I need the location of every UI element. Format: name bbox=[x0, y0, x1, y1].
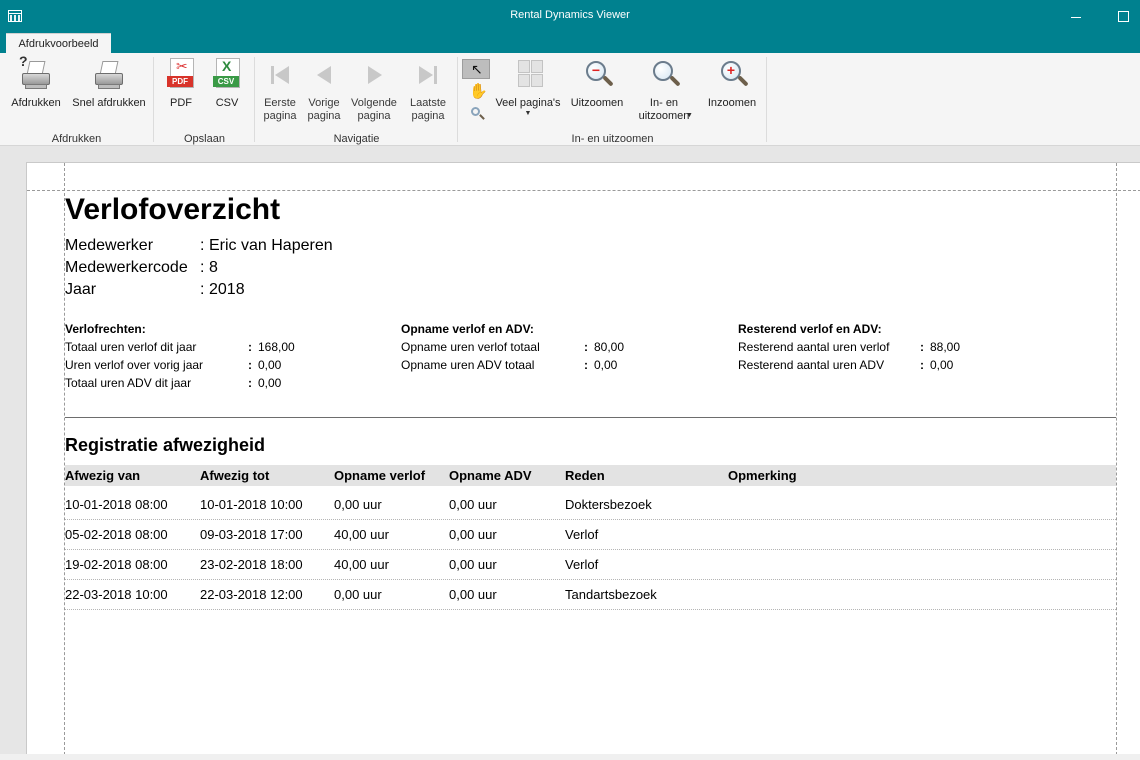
margin-line-top bbox=[27, 190, 1140, 191]
section-resterend: Resterend verlof en ADV: Resterend aanta… bbox=[738, 322, 961, 372]
column-header: Reden bbox=[565, 468, 605, 483]
pdf-label: PDF bbox=[170, 97, 192, 109]
window-title: Rental Dynamics Viewer bbox=[510, 9, 630, 21]
minimize-button[interactable] bbox=[1068, 9, 1086, 23]
table-row: 19-02-2018 08:00 23-02-2018 18:00 40,00 u… bbox=[65, 550, 1116, 580]
first-page-icon bbox=[262, 57, 298, 93]
group-navigatie: Eerste pagina Vorige pagina Volgende pag… bbox=[256, 57, 458, 145]
separator-line bbox=[65, 417, 1116, 418]
column-header: Afwezig tot bbox=[200, 468, 270, 483]
pdf-file-icon: ✂ PDF bbox=[163, 57, 199, 93]
zoom-in-out-icon bbox=[646, 57, 682, 93]
cursor-arrow-icon: ↖ bbox=[471, 61, 483, 77]
table-row: 22-03-2018 10:00 22-03-2018 12:00 0,00 uu… bbox=[65, 580, 1116, 610]
table-header: Afwezig van Afwezig tot Opname verlof Op… bbox=[65, 465, 1116, 486]
next-page-button[interactable]: Volgende pagina bbox=[348, 57, 400, 123]
printer-icon: ? bbox=[18, 54, 54, 93]
column-header: Opname verlof bbox=[334, 468, 426, 483]
quick-print-button[interactable]: Snel afdrukken bbox=[70, 57, 148, 110]
zoom-out-button[interactable]: − Uitzoomen bbox=[567, 57, 627, 110]
registratie-title: Registratie afwezigheid bbox=[65, 435, 266, 455]
section-verlofrechten: Verlofrechten: Totaal uren verlof dit ja… bbox=[65, 322, 295, 390]
group-label-opslaan: Opslaan bbox=[184, 133, 225, 145]
tab-afdrukvoorbeeld[interactable]: Afdrukvoorbeeld bbox=[6, 33, 111, 53]
zoom-out-icon: − bbox=[579, 57, 615, 93]
title-bar: Rental Dynamics Viewer bbox=[0, 0, 1140, 32]
zoom-in-icon: + bbox=[714, 57, 750, 93]
previous-page-button[interactable]: Vorige pagina bbox=[304, 57, 344, 123]
hand-tool[interactable]: ✋ bbox=[462, 82, 490, 102]
printer-icon bbox=[91, 57, 127, 93]
ribbon: ? Afdrukken Snel afdrukken Afdrukken ✂ P… bbox=[0, 53, 1140, 146]
column-header: Afwezig van bbox=[65, 468, 141, 483]
dropdown-arrow-icon: ▼ bbox=[524, 110, 532, 117]
group-opslaan: ✂ PDF PDF X CSV CSV Opslaan bbox=[155, 57, 255, 145]
column-header: Opmerking bbox=[728, 468, 797, 483]
many-pages-button[interactable]: Veel pagina's ▼ bbox=[495, 57, 561, 118]
last-page-icon bbox=[410, 57, 446, 93]
csv-label: CSV bbox=[215, 97, 239, 109]
horizontal-scrollbar[interactable] bbox=[0, 754, 1140, 760]
first-page-button[interactable]: Eerste pagina bbox=[258, 57, 302, 123]
table-row: 05-02-2018 08:00 09-03-2018 17:00 40,00 u… bbox=[65, 520, 1116, 550]
section-opname: Opname verlof en ADV: Opname uren verlof… bbox=[401, 322, 625, 372]
quick-print-label: Snel afdrukken bbox=[72, 97, 146, 109]
tab-strip: Afdrukvoorbeeld bbox=[0, 32, 1140, 53]
hand-icon: ✋ bbox=[469, 83, 488, 100]
group-zoom: ↖ ✋ Veel pagina's ▼ − Uitzoomen In- en u… bbox=[459, 57, 767, 145]
zoom-tool[interactable] bbox=[462, 104, 490, 124]
many-pages-icon bbox=[510, 57, 546, 93]
table-row: 10-01-2018 08:00 10-01-2018 10:00 0,00 uu… bbox=[65, 490, 1116, 520]
group-label-afdrukken: Afdrukken bbox=[51, 133, 102, 145]
last-page-button[interactable]: Laatste pagina bbox=[404, 57, 452, 123]
csv-file-icon: X CSV bbox=[209, 57, 245, 93]
next-page-icon bbox=[356, 57, 392, 93]
maximize-button[interactable] bbox=[1116, 9, 1130, 23]
report-title: Verlofoverzicht bbox=[65, 193, 281, 226]
csv-button[interactable]: X CSV CSV bbox=[207, 57, 247, 110]
group-label-zoom: In- en uitzoomen bbox=[571, 133, 654, 145]
print-label: Afdrukken bbox=[11, 97, 61, 109]
column-header: Opname ADV bbox=[449, 468, 532, 483]
report-page: Verlofoverzicht Medewerker: Eric van Hape… bbox=[26, 162, 1140, 755]
pdf-button[interactable]: ✂ PDF PDF bbox=[161, 57, 201, 110]
margin-line-right bbox=[1116, 163, 1117, 755]
previous-page-icon bbox=[306, 57, 342, 93]
print-button[interactable]: ? Afdrukken bbox=[6, 54, 66, 110]
zoom-in-out-button[interactable]: In- en uitzoomen ▼ bbox=[631, 57, 697, 123]
pointer-tool[interactable]: ↖ bbox=[462, 59, 490, 79]
dropdown-arrow-icon: ▼ bbox=[686, 112, 693, 119]
group-label-navigatie: Navigatie bbox=[333, 133, 380, 145]
zoom-in-button[interactable]: + Inzoomen bbox=[703, 57, 761, 110]
preview-area[interactable]: Verlofoverzicht Medewerker: Eric van Hape… bbox=[0, 146, 1140, 760]
group-afdrukken: ? Afdrukken Snel afdrukken Afdrukken bbox=[0, 54, 154, 145]
